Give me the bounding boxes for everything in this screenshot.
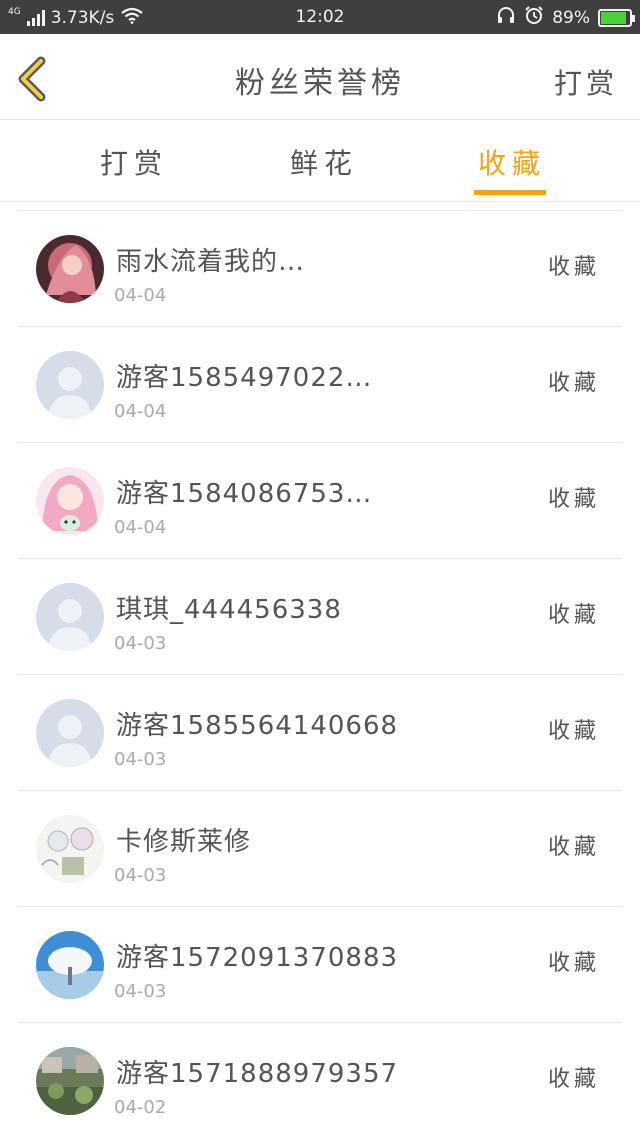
list-item[interactable]: 游客1585564140668 04-03 收藏	[18, 675, 622, 791]
list-item[interactable]: 琪琪_444456338 04-03 收藏	[18, 559, 622, 675]
fan-name: 游客1572091370883	[116, 943, 399, 973]
list-item[interactable]: 雨水流着我的… 04-04 收藏	[18, 211, 622, 327]
fan-date: 04-04	[114, 517, 167, 538]
fan-date: 04-04	[114, 285, 167, 306]
status-bar: 4G 3.73K/s 12:02 89%	[0, 0, 640, 34]
fan-date: 04-03	[114, 981, 167, 1002]
page-title: 粉丝荣誉榜	[235, 66, 405, 101]
favorite-label: 收藏	[547, 719, 600, 744]
reward-button[interactable]: 打赏	[554, 62, 618, 102]
tab-favorites[interactable]: 收藏	[478, 142, 546, 182]
fan-date: 04-03	[114, 633, 167, 654]
avatar	[36, 467, 104, 535]
avatar	[36, 583, 104, 651]
header: 粉丝荣誉榜 打赏	[0, 34, 640, 120]
avatar	[36, 931, 104, 999]
fan-name: 卡修斯莱修	[116, 827, 252, 857]
list-item[interactable]: 游客1585497022… 04-04 收藏	[18, 327, 622, 443]
battery-fill	[601, 11, 626, 24]
favorite-label: 收藏	[547, 603, 600, 628]
avatar	[36, 235, 104, 303]
favorite-label: 收藏	[547, 835, 600, 860]
tab-flowers[interactable]: 鲜花	[290, 142, 358, 182]
fan-name: 游客1571888979357	[116, 1059, 399, 1089]
fan-name: 雨水流着我的…	[116, 247, 306, 277]
fan-name: 游客1584086753…	[116, 479, 373, 509]
favorite-label: 收藏	[547, 1067, 600, 1092]
headphones-icon	[496, 5, 516, 30]
list-item[interactable]: 游客1584086753… 04-04 收藏	[18, 443, 622, 559]
fan-date: 04-03	[114, 865, 167, 886]
favorite-label: 收藏	[547, 255, 600, 280]
avatar	[36, 699, 104, 767]
tab-reward[interactable]: 打赏	[100, 142, 168, 182]
fan-name: 游客1585564140668	[116, 711, 399, 741]
fan-name: 游客1585497022…	[116, 363, 373, 393]
fan-name: 琪琪_444456338	[116, 595, 342, 625]
active-tab-indicator	[474, 190, 546, 195]
status-right: 89%	[496, 5, 635, 30]
favorite-label: 收藏	[547, 951, 600, 976]
favorite-label: 收藏	[547, 487, 600, 512]
battery-icon	[598, 8, 635, 27]
avatar	[36, 351, 104, 419]
tab-bar: 打赏 鲜花 收藏	[0, 120, 640, 202]
list-item[interactable]: 卡修斯莱修 04-03 收藏	[18, 791, 622, 907]
favorite-label: 收藏	[547, 371, 600, 396]
avatar	[36, 1047, 104, 1115]
fan-date: 04-03	[114, 749, 167, 770]
battery-percent: 89%	[552, 7, 590, 28]
list-item[interactable]: 游客1571888979357 04-02 收藏	[18, 1023, 622, 1138]
fan-date: 04-02	[114, 1097, 167, 1118]
fan-list: 雨水流着我的… 04-04 收藏 游客1585497022… 04-04 收藏	[18, 210, 622, 1138]
avatar	[36, 815, 104, 883]
alarm-icon	[524, 5, 544, 30]
list-item[interactable]: 游客1572091370883 04-03 收藏	[18, 907, 622, 1023]
fan-date: 04-04	[114, 401, 167, 422]
